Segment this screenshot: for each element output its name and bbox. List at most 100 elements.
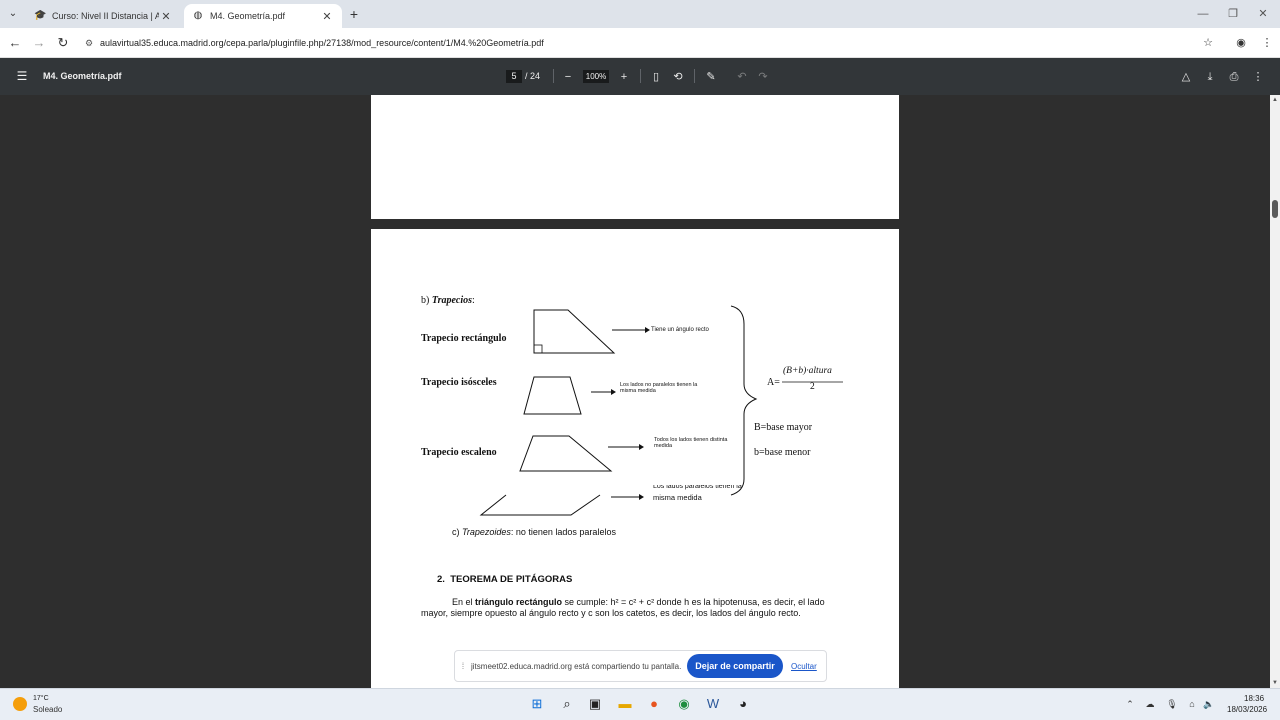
word-icon[interactable]: W — [704, 695, 722, 713]
vertical-scrollbar[interactable]: ▲ ▼ — [1270, 95, 1280, 688]
curly-brace — [730, 305, 758, 496]
scroll-up-icon[interactable]: ▲ — [1270, 95, 1280, 105]
partial-note-line1: Los lados paralelos tienen la — [653, 485, 742, 490]
profile-avatar-icon[interactable]: ◉ — [1232, 34, 1250, 52]
more-options-icon[interactable]: ⋮ — [1250, 69, 1266, 85]
partial-shape — [479, 494, 601, 516]
toolbar-divider — [694, 69, 695, 83]
tray-chevron-up-icon[interactable]: ⌃ — [1124, 698, 1136, 710]
page-total: / 24 — [525, 71, 541, 81]
file-explorer-icon[interactable]: ▬ — [616, 695, 634, 713]
toolbar-divider — [640, 69, 641, 83]
arrow-head — [645, 327, 650, 333]
reload-icon[interactable]: ↻ — [54, 34, 72, 52]
task-view-icon[interactable]: ▣ — [586, 695, 604, 713]
tab-course[interactable]: 🎓 Curso: Nivel II Distancia | AulaV ✕ — [26, 4, 181, 28]
para-line1-bold: triángulo rectángulo — [475, 597, 563, 607]
formula-denominator: 2 — [810, 382, 815, 392]
close-icon[interactable]: ✕ — [320, 10, 334, 23]
weather-temperature: 17°C — [33, 695, 49, 702]
firefox-icon[interactable]: ● — [645, 695, 663, 713]
taskbar: 17°C Soleado ⊞ ⌕ ▣ ▬ ● ◉ W ◕ ⌃ ☁ 🎙 ⌂ 🔈 1… — [0, 688, 1280, 720]
section-b-colon: : — [472, 295, 475, 306]
section-c-rest: : no tienen lados paralelos — [510, 527, 616, 537]
network-icon[interactable]: ⌂ — [1186, 698, 1198, 710]
partial-note-line2: misma medida — [653, 493, 702, 502]
trapezoid-note-line2: misma medida — [620, 388, 656, 394]
clock-date[interactable]: 18/03/2026 — [1227, 705, 1267, 714]
toolbar-divider — [553, 69, 554, 83]
paragraph-line-2: mayor, siempre opuesto al ángulo recto y… — [421, 608, 801, 618]
zoom-input[interactable]: 100% — [583, 70, 609, 83]
base-minor-label: b=base menor — [754, 447, 811, 458]
section-b-prefix: b) — [421, 295, 430, 306]
drag-handle-icon[interactable]: ⁞ — [455, 661, 471, 671]
trapecio-isosceles-shape — [523, 376, 582, 415]
window-close-icon[interactable]: ✕ — [1248, 4, 1278, 24]
forward-arrow-icon[interactable]: → — [30, 34, 48, 52]
undo-icon[interactable]: ↶ — [734, 69, 750, 85]
hide-banner-link[interactable]: Ocultar — [791, 662, 817, 671]
weather-description: Soleado — [33, 705, 63, 714]
windows-start-icon[interactable]: ⊞ — [528, 695, 546, 713]
onedrive-cloud-icon[interactable]: ☁ — [1144, 698, 1156, 710]
rotate-icon[interactable]: ⟲ — [670, 69, 686, 85]
tab-title: Curso: Nivel II Distancia | AulaV — [52, 11, 159, 21]
scroll-thumb[interactable] — [1272, 200, 1278, 218]
paragraph-line-1: En el triángulo rectángulo se cumple: h²… — [452, 597, 825, 607]
volume-icon[interactable]: 🔈 — [1203, 698, 1215, 710]
drive-save-icon[interactable]: △ — [1178, 69, 1194, 85]
scroll-down-icon[interactable]: ▼ — [1270, 678, 1280, 688]
page-number-input[interactable]: 5 — [506, 70, 522, 83]
bookmark-star-icon[interactable]: ☆ — [1199, 34, 1217, 52]
share-message: jitsmeet02.educa.madrid.org está compart… — [471, 661, 682, 671]
microphone-icon[interactable]: 🎙 — [1166, 698, 1178, 710]
base-major-label: B=base mayor — [754, 422, 813, 433]
formula-numerator: (B+b)·altura — [783, 366, 832, 376]
print-icon[interactable]: ⎙ — [1226, 69, 1242, 85]
new-tab-plus-icon[interactable]: + — [345, 5, 363, 23]
screen-share-banner: ⁞ jitsmeet02.educa.madrid.org está compa… — [454, 650, 827, 682]
url-input[interactable]: ⚙ aulavirtual35.educa.madrid.org/cepa.pa… — [78, 32, 1220, 54]
globe-icon: ◍ — [193, 10, 203, 21]
redo-icon[interactable]: ↷ — [755, 69, 771, 85]
chrome-icon[interactable]: ◉ — [675, 695, 693, 713]
tab-pdf[interactable]: ◍ M4. Geometría.pdf ✕ — [184, 4, 342, 28]
trapezoid-name: Trapecio escaleno — [421, 447, 497, 458]
pdf-toolbar: ☰ M4. Geometría.pdf 5 / 24 − 100% + ▯ ⟲ … — [0, 58, 1280, 95]
section-b-label: b) Trapecios: — [421, 295, 475, 306]
url-text: aulavirtual35.educa.madrid.org/cepa.parl… — [100, 38, 544, 48]
maximize-icon[interactable]: ❐ — [1218, 4, 1248, 24]
zoom-out-icon[interactable]: − — [560, 69, 576, 85]
trapezoid-name: Trapecio isósceles — [421, 377, 497, 388]
trapezoid-name: Trapecio rectángulo — [421, 333, 507, 344]
annotate-pen-icon[interactable]: ✎ — [703, 69, 719, 85]
sun-weather-icon[interactable] — [13, 697, 27, 711]
browser-menu-icon[interactable]: ⋮ — [1258, 34, 1276, 52]
pdf-page-previous — [371, 95, 899, 219]
section-c-prefix: c) — [452, 527, 460, 537]
arrow-head — [639, 494, 644, 500]
download-icon[interactable]: ⤓ — [1202, 69, 1218, 85]
pdf-page-current: b) Trapecios: Trapecio rectángulo Tiene … — [371, 229, 899, 688]
fit-page-icon[interactable]: ▯ — [648, 69, 664, 85]
minimize-icon[interactable]: — — [1188, 4, 1218, 24]
site-info-icon[interactable]: ⚙ — [78, 38, 100, 49]
pdf-viewer[interactable]: b) Trapecios: Trapecio rectángulo Tiene … — [0, 95, 1280, 688]
clock-time[interactable]: 18:36 — [1244, 694, 1264, 703]
hamburger-menu-icon[interactable]: ☰ — [14, 68, 30, 84]
section-heading: 2. TEOREMA DE PITÁGORAS — [437, 574, 572, 585]
search-icon[interactable]: ⌕ — [558, 695, 576, 713]
para-line1-b: se cumple: h² = c² + c² donde h es la hi… — [562, 597, 825, 607]
tab-search-chevron-icon[interactable]: ⌄ — [4, 5, 22, 23]
section-c-label: c) Trapezoides: no tienen lados paralelo… — [452, 527, 616, 537]
tab-title: M4. Geometría.pdf — [210, 11, 286, 21]
section-b-title: Trapecios — [431, 295, 473, 306]
zoom-in-icon[interactable]: + — [616, 69, 632, 85]
heading-number: 2. — [437, 574, 445, 585]
stop-sharing-button[interactable]: Dejar de compartir — [687, 654, 783, 678]
close-icon[interactable]: ✕ — [159, 10, 173, 23]
back-arrow-icon[interactable]: ← — [6, 34, 24, 52]
obs-recording-icon[interactable]: ◕ — [734, 695, 752, 713]
arrow-head — [639, 444, 644, 450]
